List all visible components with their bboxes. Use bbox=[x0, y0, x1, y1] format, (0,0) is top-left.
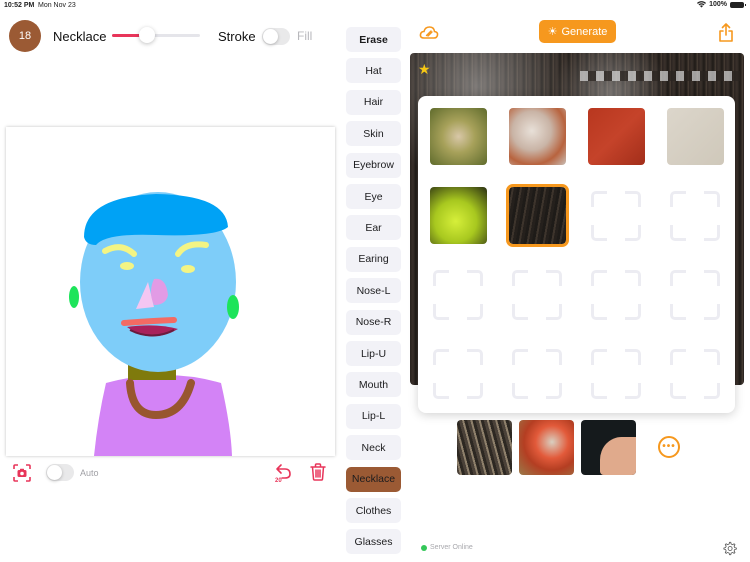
layer-button-ear[interactable]: Ear bbox=[346, 215, 401, 241]
empty-texture-slot[interactable] bbox=[670, 349, 720, 399]
texture-swatch[interactable] bbox=[509, 108, 566, 165]
empty-texture-slot[interactable] bbox=[670, 270, 720, 320]
layer-button-neck[interactable]: Neck bbox=[346, 435, 401, 461]
texture-swatch[interactable] bbox=[667, 108, 724, 165]
ear-right-stroke bbox=[227, 295, 239, 319]
server-status-dot bbox=[421, 545, 427, 551]
ear-left-stroke bbox=[69, 286, 79, 308]
stroke-fill-toggle[interactable] bbox=[262, 28, 290, 45]
sparkle-icon: ☀︎ bbox=[547, 26, 558, 38]
empty-texture-slot[interactable] bbox=[670, 191, 720, 241]
cloud-upload-button[interactable] bbox=[419, 24, 439, 42]
empty-texture-slot[interactable] bbox=[512, 270, 562, 320]
server-status-label: Server Online bbox=[430, 544, 473, 551]
layer-button-erase[interactable]: Erase bbox=[346, 27, 401, 52]
eye-right-stroke bbox=[181, 265, 195, 273]
empty-texture-slot[interactable] bbox=[591, 349, 641, 399]
clear-canvas-button[interactable] bbox=[310, 463, 326, 481]
ellipsis-icon: ••• bbox=[662, 441, 676, 452]
layer-button-hat[interactable]: Hat bbox=[346, 58, 401, 84]
status-date: Mon Nov 23 bbox=[38, 2, 76, 9]
generate-button[interactable]: ☀︎ Generate bbox=[539, 20, 616, 43]
layer-button-eyebrow[interactable]: Eyebrow bbox=[346, 152, 401, 178]
layer-button-clothes[interactable]: Clothes bbox=[346, 498, 401, 523]
layer-button-nose-r[interactable]: Nose-R bbox=[346, 309, 401, 335]
texture-swatch[interactable] bbox=[430, 187, 487, 244]
layer-button-mouth[interactable]: Mouth bbox=[346, 372, 401, 398]
trash-icon bbox=[310, 463, 326, 481]
toggle-knob bbox=[263, 29, 278, 44]
empty-texture-slot[interactable] bbox=[433, 270, 483, 320]
settings-button[interactable] bbox=[722, 541, 737, 556]
layer-button-skin[interactable]: Skin bbox=[346, 121, 401, 147]
layer-button-earing[interactable]: Earing bbox=[346, 246, 401, 272]
brush-size-badge[interactable]: 18 bbox=[9, 20, 41, 52]
texture-swatch-selected[interactable] bbox=[506, 184, 569, 247]
texture-swatch[interactable] bbox=[588, 108, 645, 165]
gear-icon bbox=[723, 541, 737, 556]
share-button[interactable] bbox=[718, 23, 734, 43]
current-layer-label: Necklace bbox=[53, 29, 107, 44]
empty-texture-slot[interactable] bbox=[512, 349, 562, 399]
result-texture-detail bbox=[580, 71, 740, 81]
generate-label: Generate bbox=[561, 25, 608, 38]
toggle-knob bbox=[47, 465, 62, 480]
brush-size-slider[interactable] bbox=[112, 27, 200, 43]
share-icon bbox=[719, 23, 733, 42]
wifi-icon bbox=[697, 1, 707, 8]
camera-viewfinder-icon bbox=[13, 464, 31, 482]
camera-capture-button[interactable] bbox=[13, 464, 31, 482]
face-drawing bbox=[69, 192, 239, 456]
auto-label: Auto bbox=[80, 468, 99, 478]
history-thumbnail[interactable] bbox=[519, 420, 574, 475]
layer-button-eye[interactable]: Eye bbox=[346, 184, 401, 209]
layer-button-nose-l[interactable]: Nose-L bbox=[346, 278, 401, 304]
fill-label: Fill bbox=[297, 29, 313, 43]
layer-button-necklace[interactable]: Necklace bbox=[346, 466, 401, 492]
lip-upper-stroke bbox=[121, 317, 177, 326]
empty-texture-slot[interactable] bbox=[433, 349, 483, 399]
history-thumbnail[interactable] bbox=[581, 420, 636, 475]
drawing-canvas[interactable] bbox=[6, 127, 335, 456]
battery-icon bbox=[730, 1, 746, 8]
layer-button-glasses[interactable]: Glasses bbox=[346, 529, 401, 555]
stroke-label: Stroke bbox=[218, 29, 256, 44]
skin-region bbox=[600, 437, 636, 475]
empty-texture-slot[interactable] bbox=[591, 191, 641, 241]
favorite-star-icon[interactable]: ★ bbox=[418, 61, 431, 78]
more-options-button[interactable]: ••• bbox=[658, 436, 680, 458]
status-indicators: 100% bbox=[697, 1, 746, 8]
eye-left-stroke bbox=[120, 262, 134, 270]
history-thumbnail[interactable] bbox=[457, 420, 512, 475]
undo-count: 20 bbox=[275, 478, 282, 484]
layer-button-lip-u[interactable]: Lip-U bbox=[346, 341, 401, 366]
layer-button-lip-l[interactable]: Lip-L bbox=[346, 403, 401, 429]
layer-button-hair[interactable]: Hair bbox=[346, 89, 401, 115]
texture-swatch[interactable] bbox=[430, 108, 487, 165]
slider-thumb[interactable] bbox=[139, 27, 155, 43]
battery-percent: 100% bbox=[709, 1, 727, 8]
status-time: 10:52 PM bbox=[4, 2, 35, 9]
cloud-icon bbox=[419, 26, 439, 39]
texture-picker-panel bbox=[418, 96, 735, 413]
auto-toggle[interactable] bbox=[46, 464, 74, 481]
empty-texture-slot[interactable] bbox=[591, 270, 641, 320]
